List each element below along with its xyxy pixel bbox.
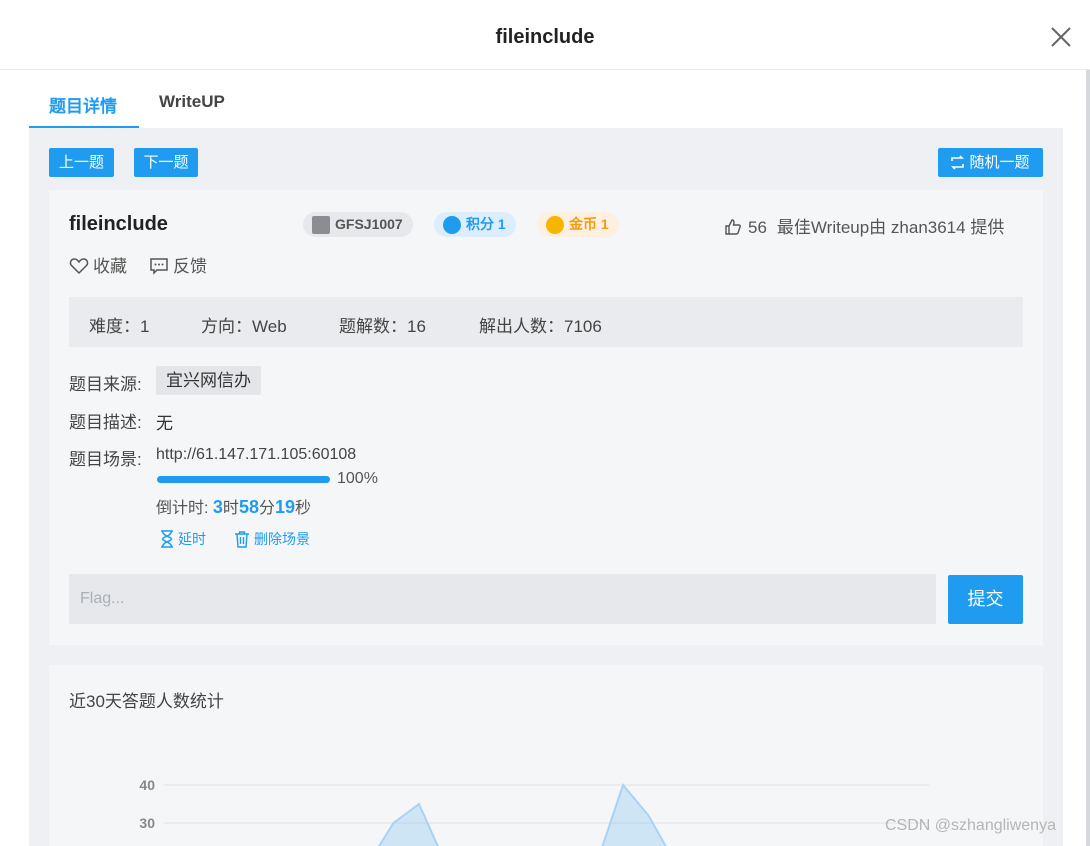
feedback-button[interactable]: 反馈 <box>149 252 207 277</box>
score-tag: 积分 1 <box>434 212 516 237</box>
submit-flag-button[interactable]: 提交 <box>948 575 1023 624</box>
favorite-label: 收藏 <box>93 257 127 276</box>
favorite-button[interactable]: 收藏 <box>69 252 127 277</box>
feedback-icon <box>150 258 168 275</box>
area-series <box>601 782 667 846</box>
watermark-text: CSDN @szhangliwenya <box>885 817 1056 834</box>
source-label: 题目来源: <box>69 375 142 394</box>
extend-time-button[interactable]: 延时 <box>160 529 206 549</box>
feedback-label: 反馈 <box>173 257 207 276</box>
y-tick-label: 30 <box>139 815 155 831</box>
heart-icon <box>69 258 89 275</box>
description-label: 题目描述: <box>69 413 142 432</box>
coin-tag: 金币 1 <box>537 212 619 237</box>
challenge-id-icon <box>312 216 330 234</box>
tab-challenge-details[interactable]: 题目详情 <box>49 92 117 117</box>
description-value: 无 <box>156 414 173 433</box>
tab-writeup[interactable]: WriteUP <box>159 92 225 112</box>
shuffle-icon <box>951 155 964 170</box>
stats-bar: 难度：1 方向：Web 题解数：16 解出人数：7106 <box>69 297 1023 347</box>
source-value: 宜兴网信办 <box>156 366 261 395</box>
solutions-stat: 题解数：16 <box>339 317 426 336</box>
scene-progress-fill <box>157 476 330 483</box>
scrollbar[interactable] <box>1086 70 1090 846</box>
likes-count: 56 <box>748 218 767 237</box>
tab-bar: 题目详情 WriteUP <box>29 70 1034 128</box>
coin-icon <box>546 216 564 234</box>
scene-progress-text: 100% <box>337 470 378 487</box>
random-challenge-label: 随机一题 <box>969 154 1030 171</box>
score-text: 积分 1 <box>466 216 506 232</box>
scene-progress-bar <box>157 476 330 483</box>
countdown-minutes: 58 <box>238 497 259 517</box>
countdown-minutes-unit: 分 <box>258 500 275 517</box>
likes-info: 56 最佳Writeup由 zhan3614 提供 <box>724 213 1004 238</box>
scene-url[interactable]: http://61.147.171.105:60108 <box>156 446 356 464</box>
countdown-seconds: 19 <box>274 497 296 517</box>
delete-scene-label: 删除场景 <box>254 531 310 547</box>
extend-time-label: 延时 <box>178 531 206 547</box>
countdown-seconds-unit: 秒 <box>295 500 312 517</box>
y-tick-label: 40 <box>139 777 155 793</box>
countdown-hours: 3 <box>212 497 223 517</box>
challenge-card: fileinclude GFSJ1007 积分 1 金币 1 56 最佳Write… <box>49 190 1043 645</box>
prev-challenge-button[interactable]: 上一题 <box>49 148 114 177</box>
area-series <box>377 802 439 846</box>
solvers-stat: 解出人数：7106 <box>479 317 602 336</box>
hourglass-icon <box>161 530 173 548</box>
scene-label: 题目场景: <box>69 450 142 469</box>
coin-text: 金币 1 <box>569 216 609 232</box>
countdown-prefix: 倒计时: <box>156 500 213 517</box>
challenge-id-text: GFSJ1007 <box>335 216 403 232</box>
score-icon <box>443 216 461 234</box>
countdown-hours-unit: 时 <box>222 500 239 517</box>
challenge-title: fileinclude <box>69 213 168 235</box>
countdown-timer: 倒计时: 3时58分19秒 <box>156 494 311 518</box>
best-writeup-text: 最佳Writeup由 zhan3614 提供 <box>776 218 1005 237</box>
next-challenge-button[interactable]: 下一题 <box>134 148 198 177</box>
thumbs-up-icon[interactable] <box>724 218 742 236</box>
modal-header: fileinclude <box>0 0 1090 70</box>
trash-icon <box>235 531 249 548</box>
challenge-id-tag: GFSJ1007 <box>303 212 413 237</box>
difficulty-stat: 难度：1 <box>89 317 150 336</box>
random-challenge-button[interactable]: 随机一题 <box>938 148 1043 177</box>
close-icon[interactable] <box>1050 26 1072 48</box>
modal-title: fileinclude <box>495 26 595 48</box>
direction-stat: 方向：Web <box>201 317 287 336</box>
delete-scene-button[interactable]: 删除场景 <box>234 529 310 549</box>
flag-input[interactable] <box>69 574 936 624</box>
